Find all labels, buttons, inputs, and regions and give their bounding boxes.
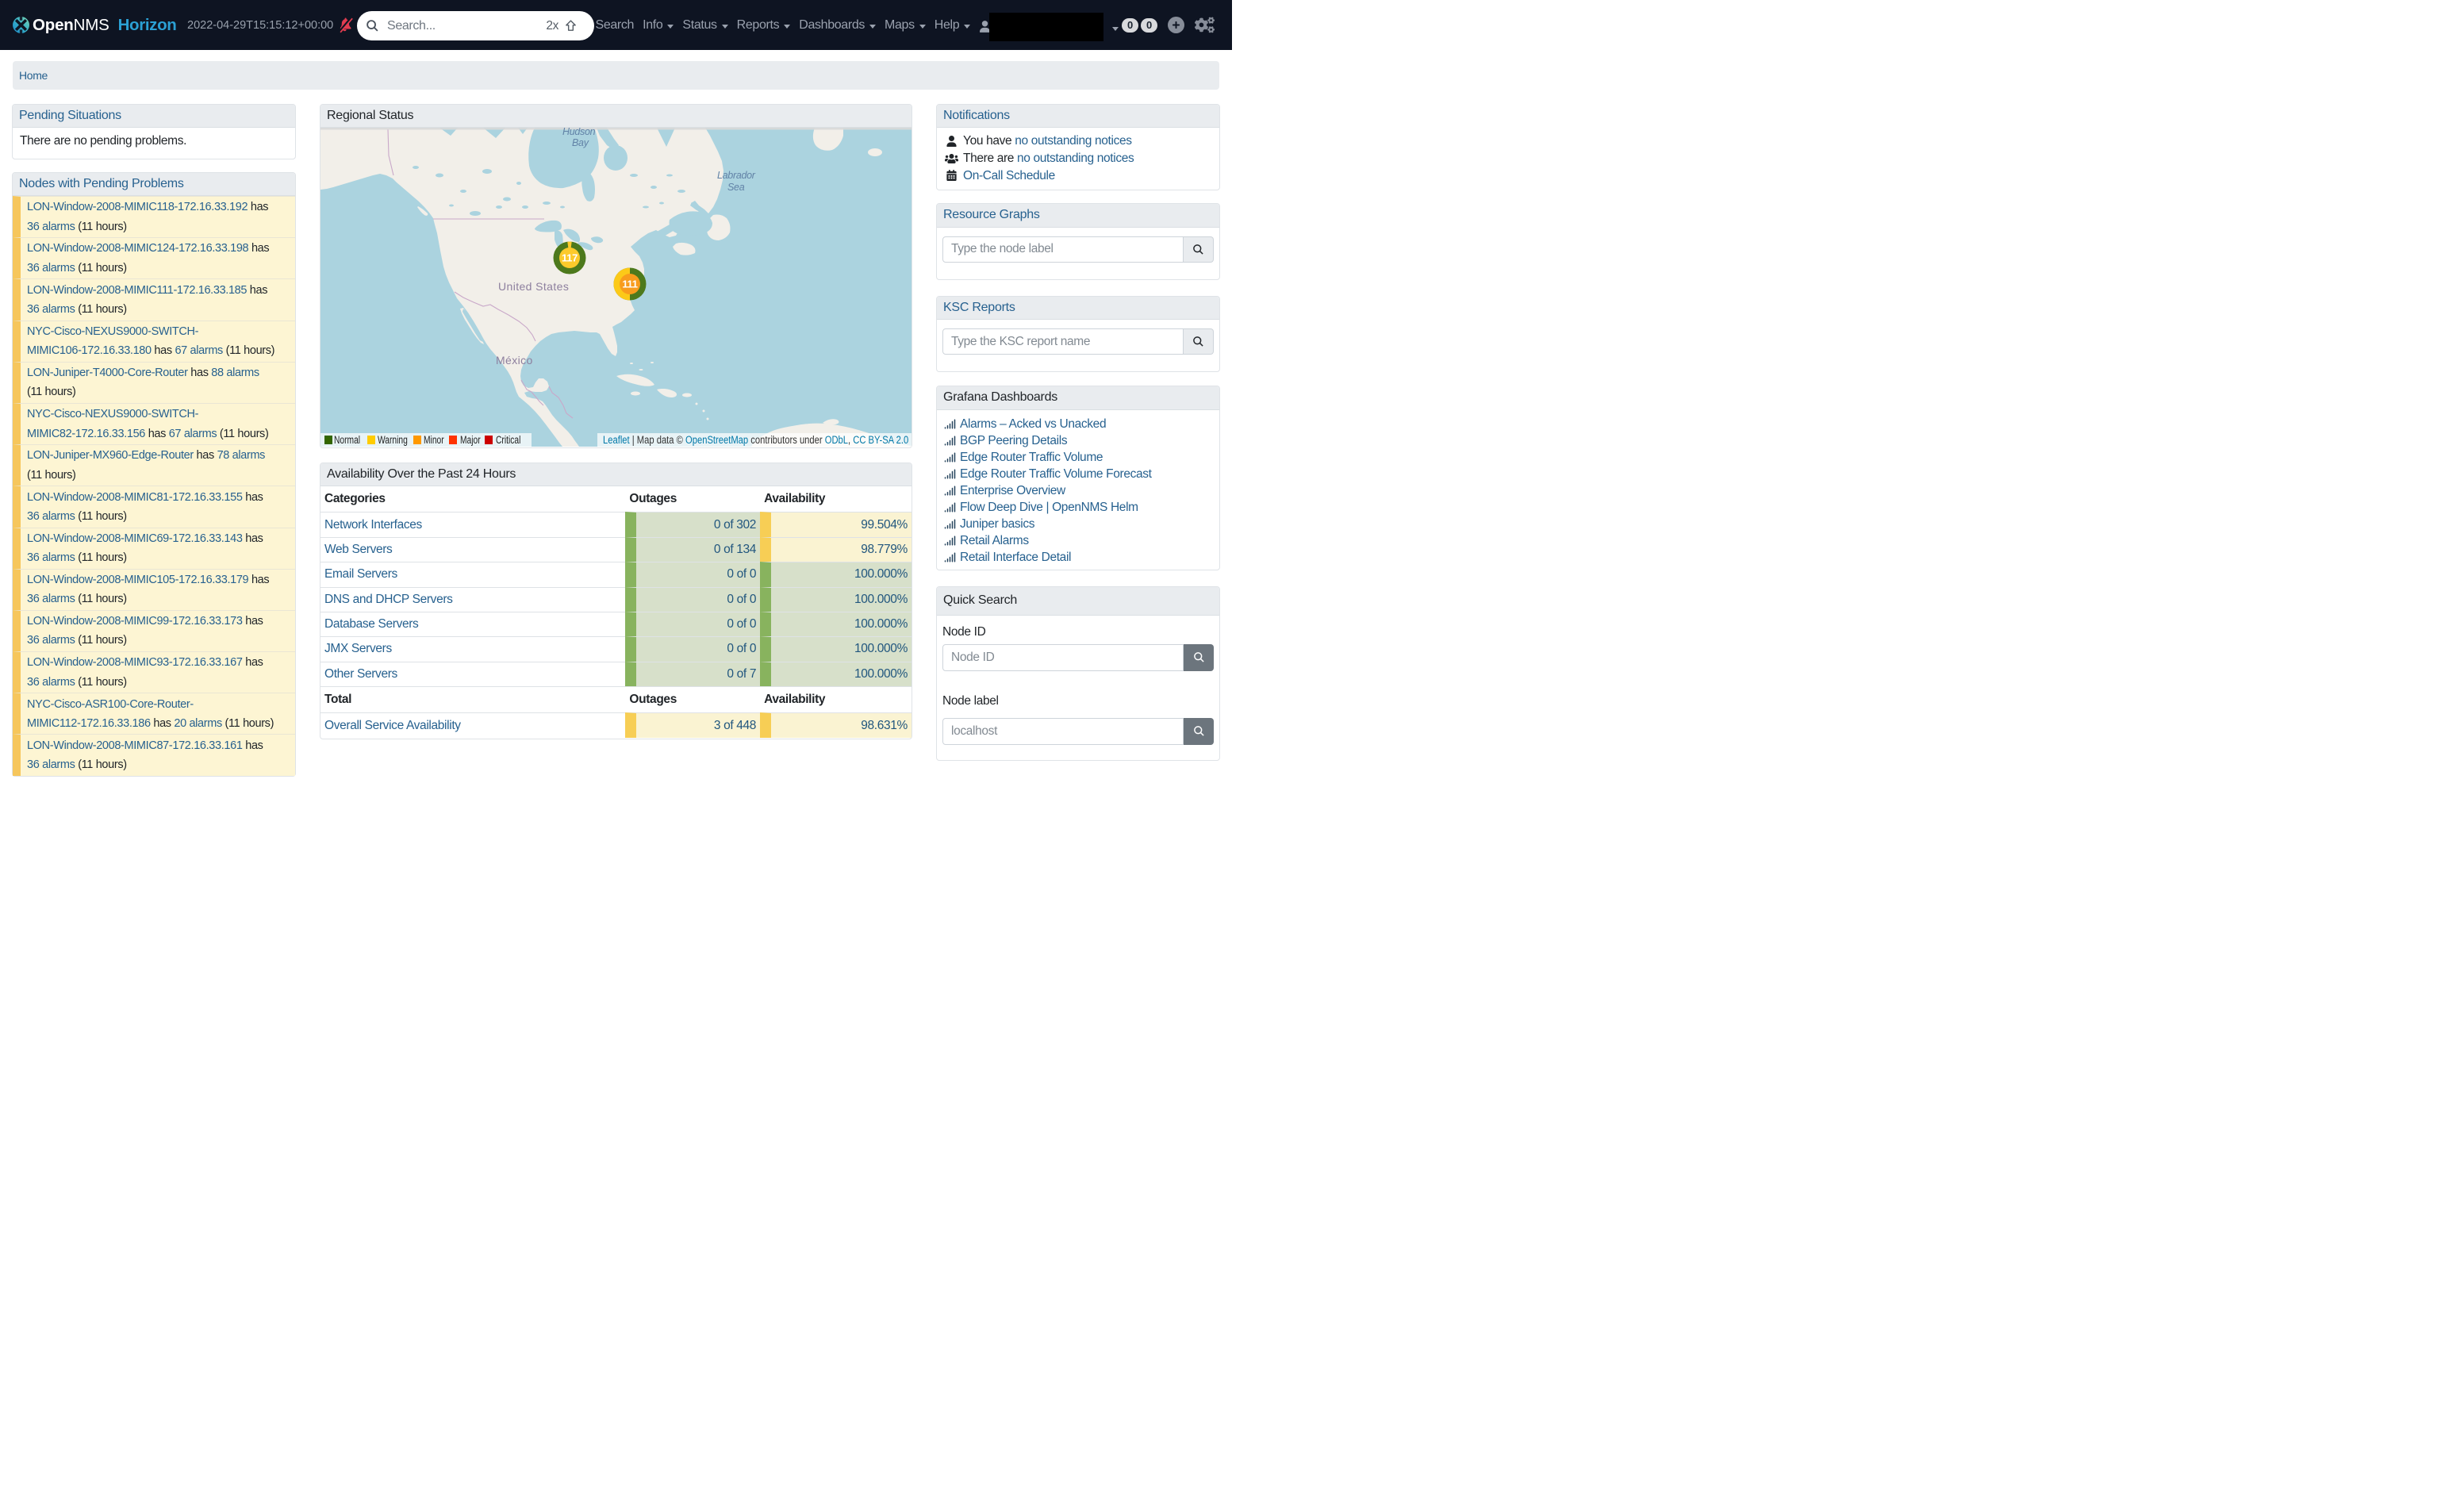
svg-text:Sea: Sea xyxy=(727,182,745,193)
svg-text:Hudson: Hudson xyxy=(562,128,596,137)
svg-text:Bay: Bay xyxy=(572,137,589,148)
svg-text:111: 111 xyxy=(622,278,637,290)
svg-text:México: México xyxy=(496,354,533,367)
svg-text:United States: United States xyxy=(498,280,569,293)
svg-text:Labrador: Labrador xyxy=(717,170,756,181)
svg-text:117: 117 xyxy=(562,252,578,264)
